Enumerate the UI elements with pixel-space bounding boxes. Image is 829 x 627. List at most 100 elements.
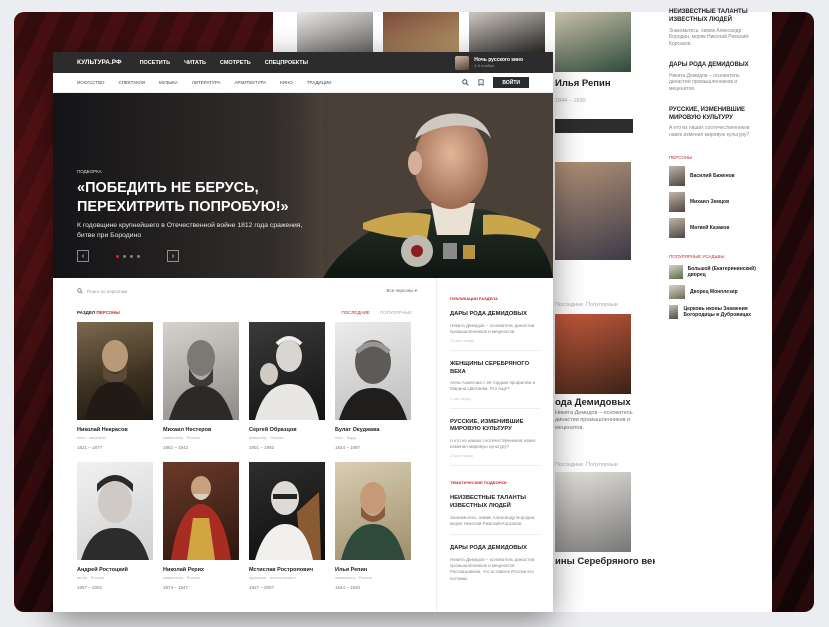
promo-block[interactable]: Ночь русского кино 4-5 ноября — [455, 55, 553, 70]
slide-dot[interactable] — [116, 254, 119, 258]
category-music[interactable]: Музыка — [159, 80, 178, 85]
person-card[interactable]: Мстислав Ростропович музыкант · виолонче… — [249, 462, 325, 590]
category-architecture[interactable]: Архитектура — [234, 80, 266, 85]
slide-dot[interactable] — [130, 254, 133, 258]
back-photo — [555, 12, 631, 72]
person-years: 1901 – 1992 — [249, 445, 275, 450]
back-demid-title: ода Демидовых — [555, 397, 631, 408]
back-place[interactable]: Дворец Монплезир — [669, 284, 762, 299]
back-person-name: Михаил Земцов — [690, 198, 730, 205]
back-side-title-2: Дары рода Демидовых — [669, 61, 749, 68]
person-card[interactable]: Николай Рерих живописец · Россия 1874 – … — [163, 462, 239, 590]
person-card[interactable]: Булат Окуджава поэт · бард 1924 – 1997 — [335, 322, 411, 450]
hero-text-block: Подборка «ПОБЕДИТЬ НЕ БЕРУСЬ, ПЕРЕХИТРИТ… — [77, 169, 317, 241]
prev-slide-button[interactable]: ‹ — [77, 250, 89, 262]
publication-item[interactable]: Женщины Серебряного века Анна Ахматова с… — [450, 361, 541, 409]
category-traditions[interactable]: Традиции — [307, 80, 332, 85]
back-tab-popular: Популярные — [586, 302, 618, 308]
back-repin-years: 1844 – 1930 — [555, 98, 586, 104]
person-search-input[interactable]: Поиск по персонам — [87, 289, 127, 294]
sub-nav-bar: Искусство Спектакли Музыка Литература Ар… — [53, 73, 553, 93]
avatar — [669, 217, 685, 238]
back-place[interactable]: Церковь иконы Знамения Богородицы в Дубр… — [669, 304, 762, 319]
site-logo[interactable]: КУЛЬТУРА.РФ — [77, 59, 122, 66]
tab-recent[interactable]: Последние — [342, 310, 370, 315]
person-years: 1924 – 1997 — [335, 445, 361, 450]
person-role: поэт · писатель — [77, 435, 106, 440]
publication-time: 12 мин назад — [450, 339, 474, 344]
sub-nav-actions: Войти — [462, 77, 553, 88]
person-name: Михаил Нестеров — [163, 427, 212, 433]
back-photo — [555, 162, 631, 260]
themes-label: Тематические подборки — [450, 480, 507, 486]
back-person[interactable]: Михаил Земцов — [669, 191, 762, 212]
avatar — [669, 191, 685, 212]
person-card[interactable]: Николай Некрасов поэт · писатель 1821 – … — [77, 322, 153, 450]
back-person[interactable]: Василий Баженов — [669, 165, 762, 186]
tab-popular[interactable]: Популярные — [380, 310, 412, 315]
nav-watch[interactable]: СМОТРЕТЬ — [220, 60, 251, 66]
avatar — [669, 165, 685, 186]
person-years: 1957 – 2002 — [77, 585, 103, 590]
hero-title[interactable]: «ПОБЕДИТЬ НЕ БЕРУСЬ, ПЕРЕХИТРИТЬ ПОПРОБУ… — [77, 179, 317, 216]
publication-time: 2 часа назад — [450, 454, 473, 459]
theme-title: Неизвестные таланты известных людей — [450, 495, 526, 509]
publication-time: 1 час назад — [450, 396, 471, 401]
login-button[interactable]: Войти — [493, 77, 529, 88]
theme-title: Дары рода Демидовых — [450, 545, 527, 552]
bookmark-icon[interactable] — [478, 79, 484, 86]
publication-item[interactable]: Русские, изменившие мировую культуру А к… — [450, 419, 541, 467]
back-place-name: Церковь иконы Знамения Богородицы в Дубр… — [683, 305, 752, 318]
person-years: 1821 – 1877 — [77, 445, 103, 450]
person-card[interactable]: Сергей Образцов режиссёр · Россия 1901 –… — [249, 322, 325, 450]
publication-item[interactable]: Дары рода Демидовых Никита Демидов – осн… — [450, 311, 541, 352]
person-role: режиссёр · Россия — [249, 435, 284, 440]
theme-item[interactable]: Дары рода Демидовых Никита Демидов – осн… — [450, 545, 541, 589]
person-role: живописец · Россия — [163, 435, 200, 440]
back-places-label: Популярные усадьбы — [669, 253, 725, 259]
publication-title: Дары рода Демидовых — [450, 311, 527, 317]
person-photo — [249, 322, 325, 420]
person-years: 1844 – 1930 — [335, 585, 361, 590]
back-silver-title: ины Серебряного века — [555, 556, 663, 567]
person-photo — [163, 322, 239, 420]
nav-visit[interactable]: ПОСЕТИТЬ — [140, 60, 171, 66]
section-label-accent: персоны — [96, 310, 120, 315]
hero-controls: ‹ › — [77, 250, 179, 262]
person-role: живописец · Россия — [335, 575, 372, 580]
person-name: Мстислав Ростропович — [249, 567, 314, 573]
person-photo — [335, 462, 411, 560]
person-role: музыкант · виолончелист — [249, 575, 297, 580]
place-thumb — [669, 284, 685, 299]
person-name: Андрей Ростоцкий — [77, 567, 128, 573]
back-side-text-1: Знакомьтесь: химик Александр Бородин, мо… — [669, 27, 750, 48]
nav-special[interactable]: СПЕЦПРОЕКТЫ — [265, 60, 308, 66]
person-photo — [163, 462, 239, 560]
persons-filter-dropdown[interactable]: Все персоны ▾ — [387, 288, 417, 294]
search-icon[interactable] — [462, 79, 470, 86]
category-literature[interactable]: Литература — [192, 80, 221, 85]
category-art[interactable]: Искусство — [77, 80, 104, 85]
hero-kicker: Подборка — [77, 169, 102, 174]
back-sidebar: Неизвестные таланты известных людей Знак… — [655, 9, 772, 612]
content-area: Поиск по персонам Все персоны ▾ Раздел п… — [53, 278, 553, 612]
back-side-title-3: Русские, изменившие мировую культуру — [669, 106, 746, 121]
nav-read[interactable]: ЧИТАТЬ — [184, 60, 206, 66]
back-persons-label: Персоны — [669, 154, 693, 160]
back-place[interactable]: Большой (Екатерининский) дворец — [669, 264, 762, 279]
person-years: 1862 – 1942 — [163, 445, 189, 450]
person-name: Илья Репин — [335, 567, 368, 573]
next-slide-button[interactable]: › — [167, 250, 179, 262]
back-person[interactable]: Матвей Казаков — [669, 217, 762, 238]
hero-portrait-image — [323, 93, 553, 278]
category-performances[interactable]: Спектакли — [118, 80, 145, 85]
slide-dot[interactable] — [123, 254, 126, 258]
person-card[interactable]: Андрей Ростоцкий актёр · Россия 1957 – 2… — [77, 462, 153, 590]
category-cinema[interactable]: Кино — [280, 80, 293, 85]
slide-dot[interactable] — [137, 254, 140, 258]
person-card[interactable]: Михаил Нестеров живописец · Россия 1862 … — [163, 322, 239, 450]
theme-item[interactable]: Неизвестные таланты известных людей Знак… — [450, 495, 541, 536]
person-role: актёр · Россия — [77, 575, 104, 580]
publications-label: Публикации раздела — [450, 296, 498, 301]
person-card[interactable]: Илья Репин живописец · Россия 1844 – 193… — [335, 462, 411, 590]
